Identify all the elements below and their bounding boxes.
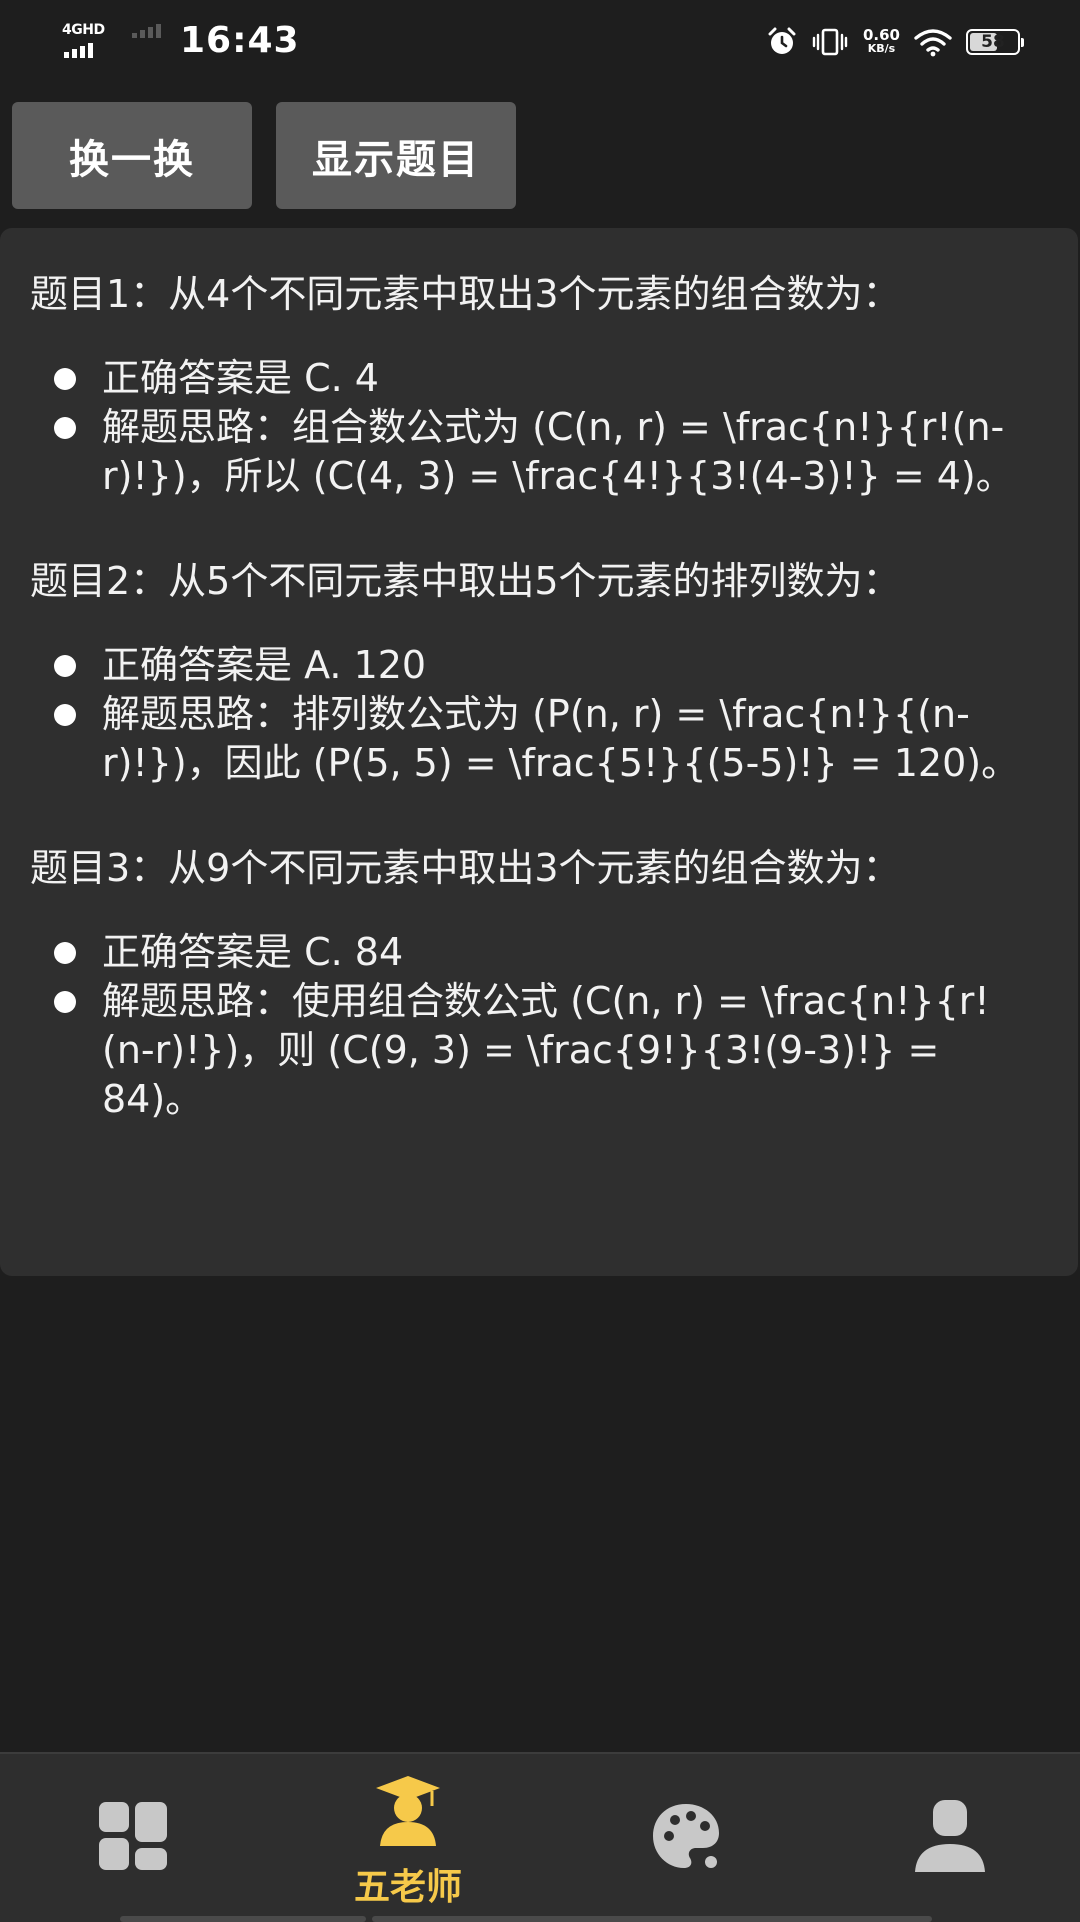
grid-icon (99, 1802, 167, 1870)
answer-item: 正确答案是 A. 120 (30, 641, 1048, 690)
wifi-icon (914, 29, 952, 57)
explanation-item: 解题思路：排列数公式为 (P(n, r) = \frac{n!}{(n-r)!}… (30, 690, 1048, 788)
explanation-item: 解题思路：组合数公式为 (C(n, r) = \frac{n!}{r!(n-r)… (30, 403, 1048, 501)
question-title: 题目3：从9个不同元素中取出3个元素的组合数为： (30, 846, 901, 890)
question-title: 题目2：从5个不同元素中取出5个元素的排列数为： (30, 559, 901, 603)
status-bar: 4GHD 16:43 0.60 KB/s 58 (0, 0, 1080, 84)
nav-item-profile[interactable] (849, 1754, 1049, 1922)
question-title: 题目1：从4个不同元素中取出3个元素的组合数为： (30, 272, 901, 316)
nav-item-palette[interactable] (585, 1754, 785, 1922)
graduation-cap-icon (376, 1776, 440, 1846)
battery-icon: 58 (966, 29, 1024, 55)
question-details: 正确答案是 C. 4 解题思路：组合数公式为 (C(n, r) = \frac{… (30, 354, 1048, 501)
battery-level: 58 (981, 32, 1005, 52)
gesture-bar (372, 1916, 932, 1922)
switch-button[interactable]: 换一换 (12, 102, 252, 209)
answer-item: 正确答案是 C. 4 (30, 354, 1048, 403)
vibrate-icon (812, 28, 848, 56)
questions-card: 题目1：从4个不同元素中取出3个元素的组合数为： 正确答案是 C. 4 解题思路… (0, 228, 1078, 1276)
alarm-icon (768, 27, 796, 54)
clock: 16:43 (180, 20, 300, 61)
nav-item-teacher[interactable]: 五老师 (308, 1754, 508, 1922)
person-icon (915, 1800, 985, 1872)
palette-icon (653, 1804, 719, 1868)
cellular-signal-icon: 4GHD (62, 22, 112, 58)
answer-item: 正确答案是 C. 84 (30, 928, 1048, 977)
nav-item-home[interactable] (33, 1754, 233, 1922)
question-details: 正确答案是 C. 84 解题思路：使用组合数公式 (C(n, r) = \fra… (30, 928, 1048, 1124)
bottom-nav: 五老师 (0, 1752, 1080, 1922)
question-details: 正确答案是 A. 120 解题思路：排列数公式为 (P(n, r) = \fra… (30, 641, 1048, 788)
network-speed: 0.60 KB/s (862, 26, 900, 56)
show-questions-button[interactable]: 显示题目 (276, 102, 516, 209)
network-type-label: 4GHD (62, 22, 105, 38)
explanation-item: 解题思路：使用组合数公式 (C(n, r) = \frac{n!}{r!(n-r… (30, 977, 1048, 1124)
gesture-bar (120, 1916, 366, 1922)
nav-label-teacher: 五老师 (353, 1867, 462, 1908)
